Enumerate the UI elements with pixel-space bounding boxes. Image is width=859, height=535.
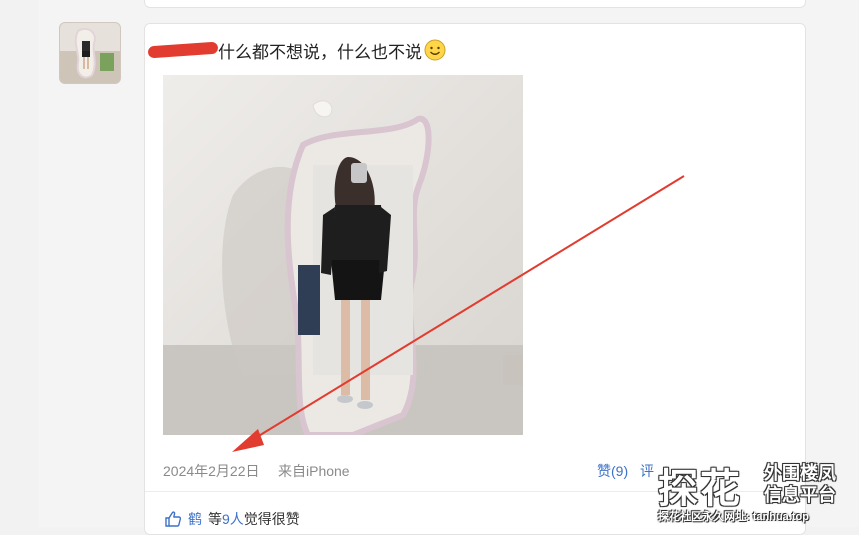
- watermark-logo-text: 探花: [658, 467, 742, 511]
- redacted-author-name: [147, 41, 219, 59]
- watermark-url: 探花社区永久网址: tanhua.top: [658, 511, 809, 523]
- watermark-line-2: 信息平台: [764, 485, 836, 505]
- like-button[interactable]: 赞(9): [597, 461, 628, 481]
- smile-emoji-icon: [424, 39, 446, 61]
- liker-name[interactable]: 鹤: [188, 509, 202, 529]
- user-avatar[interactable]: [59, 22, 121, 84]
- left-rail: [0, 0, 38, 527]
- previous-post-card: [144, 0, 806, 8]
- post-text: 什么都不想说，什么也不说: [218, 42, 422, 62]
- watermark-line-1: 外围楼凤: [764, 463, 836, 483]
- watermark-tagline: 外围楼凤 信息平台: [764, 462, 836, 506]
- site-watermark: 探花 外围楼凤 信息平台 探花社区永久网址: tanhua.top: [658, 456, 858, 526]
- likes-summary: 鹤 等 9人 觉得很赞: [164, 509, 300, 529]
- comment-button[interactable]: 评: [640, 461, 654, 481]
- post-content: 什么都不想说，什么也不说: [147, 36, 446, 64]
- likes-suffix: 觉得很赞: [243, 511, 300, 527]
- likes-prefix: 等: [208, 511, 222, 527]
- post-source: 来自iPhone: [278, 463, 350, 479]
- likes-count[interactable]: 9人: [222, 509, 244, 529]
- post-photo[interactable]: [163, 75, 523, 435]
- thumbs-up-icon: [164, 510, 182, 528]
- post-date[interactable]: 2024年2月22日: [163, 461, 260, 481]
